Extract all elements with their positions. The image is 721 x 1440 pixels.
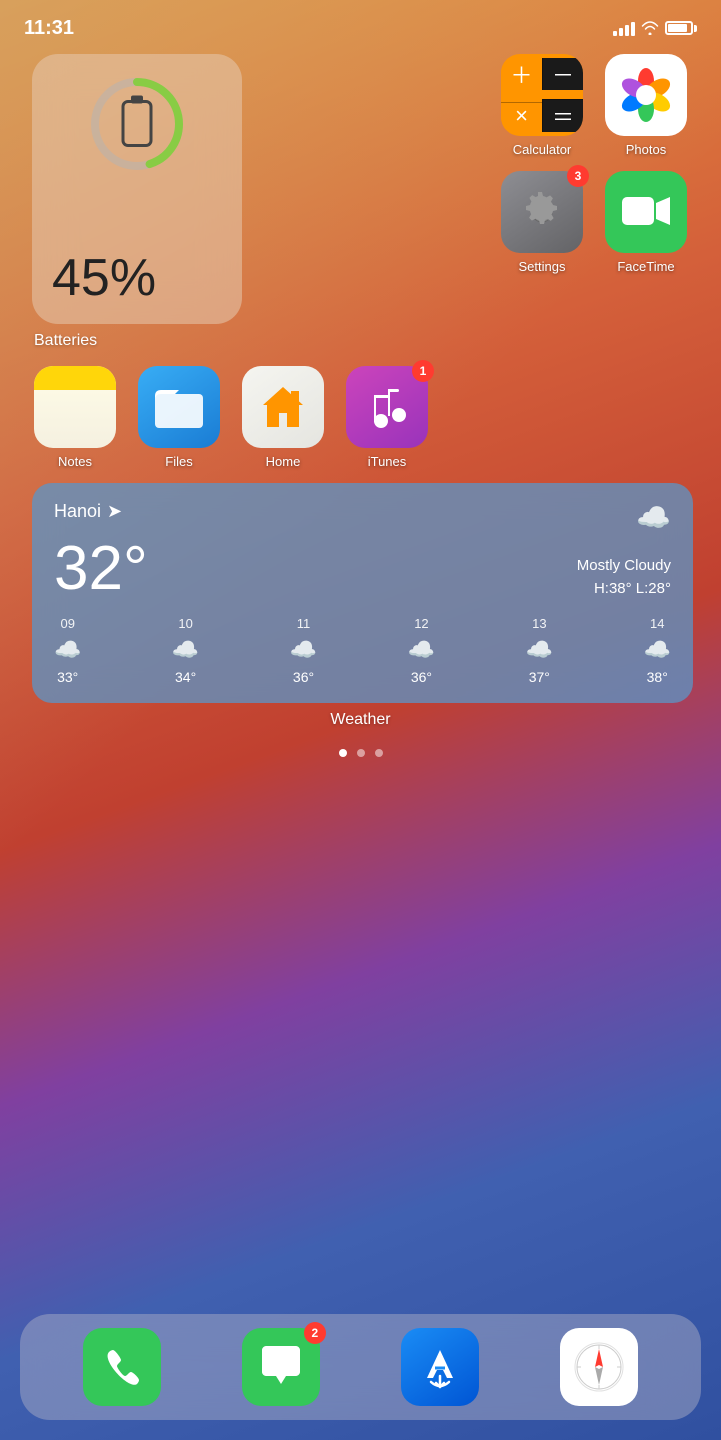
dock-app-messages[interactable]: 2 bbox=[241, 1328, 321, 1406]
page-dot-2[interactable] bbox=[357, 749, 365, 757]
page-dot-1[interactable] bbox=[339, 749, 347, 757]
weather-temperature: 32° bbox=[54, 538, 148, 600]
battery-percentage: 45% bbox=[52, 252, 156, 304]
weather-widget-label: Weather bbox=[30, 711, 691, 729]
calculator-label: Calculator bbox=[513, 142, 572, 157]
files-icon bbox=[138, 366, 220, 448]
signal-bar-1 bbox=[613, 31, 617, 36]
settings-badge: 3 bbox=[567, 165, 589, 187]
forecast-item: 10 ☁️ 34° bbox=[172, 616, 199, 685]
forecast-item: 14 ☁️ 38° bbox=[644, 616, 671, 685]
notes-icon bbox=[34, 366, 116, 448]
status-time: 11:31 bbox=[24, 17, 74, 40]
messages-badge: 2 bbox=[304, 1322, 326, 1344]
files-label: Files bbox=[165, 454, 192, 469]
phone-icon bbox=[83, 1328, 161, 1406]
dock-app-phone[interactable] bbox=[82, 1328, 162, 1406]
battery-widget[interactable]: 45% bbox=[32, 54, 242, 324]
calculator-icon: ＋ － × ＝ bbox=[501, 54, 583, 136]
page-dots bbox=[30, 749, 691, 757]
app-notes[interactable]: Notes bbox=[32, 366, 118, 469]
second-app-row: Notes Files bbox=[30, 366, 691, 469]
forecast-item: 13 ☁️ 37° bbox=[526, 616, 553, 685]
facetime-icon bbox=[605, 171, 687, 253]
itunes-icon: 1 bbox=[346, 366, 428, 448]
forecast-item: 12 ☁️ 36° bbox=[408, 616, 435, 685]
dock: 2 bbox=[20, 1314, 701, 1420]
signal-bars-icon bbox=[613, 20, 635, 36]
phone-battery-icon bbox=[121, 96, 153, 153]
app-files[interactable]: Files bbox=[136, 366, 222, 469]
itunes-label: iTunes bbox=[368, 454, 407, 469]
battery-widget-icon bbox=[87, 74, 187, 174]
app-itunes[interactable]: 1 iTunes bbox=[344, 366, 430, 469]
app-calculator[interactable]: ＋ － × ＝ Calculator bbox=[499, 54, 585, 157]
appstore-icon bbox=[401, 1328, 479, 1406]
settings-label: Settings bbox=[519, 259, 566, 274]
settings-icon: 3 bbox=[501, 171, 583, 253]
right-apps-column: ＋ － × ＝ Calculator bbox=[260, 54, 689, 324]
signal-bar-3 bbox=[625, 25, 629, 36]
dock-app-safari[interactable] bbox=[559, 1328, 639, 1406]
notes-label: Notes bbox=[58, 454, 92, 469]
page-dot-3[interactable] bbox=[375, 749, 383, 757]
messages-icon: 2 bbox=[242, 1328, 320, 1406]
signal-bar-4 bbox=[631, 22, 635, 36]
safari-icon bbox=[560, 1328, 638, 1406]
status-bar: 11:31 bbox=[0, 0, 721, 44]
weather-city: Hanoi ➤ bbox=[54, 501, 122, 522]
app-facetime[interactable]: FaceTime bbox=[603, 171, 689, 274]
forecast-item: 11 ☁️ 36° bbox=[290, 616, 317, 685]
app-home[interactable]: Home bbox=[240, 366, 326, 469]
signal-bar-2 bbox=[619, 28, 623, 36]
forecast-item: 09 ☁️ 33° bbox=[54, 616, 81, 685]
home-icon bbox=[242, 366, 324, 448]
status-icons bbox=[613, 20, 697, 36]
location-arrow-icon: ➤ bbox=[107, 501, 122, 522]
facetime-label: FaceTime bbox=[617, 259, 674, 274]
photos-label: Photos bbox=[626, 142, 666, 157]
dock-app-appstore[interactable] bbox=[400, 1328, 480, 1406]
itunes-badge: 1 bbox=[412, 360, 434, 382]
home-label: Home bbox=[266, 454, 301, 469]
app-settings[interactable]: 3 Settings bbox=[499, 171, 585, 274]
app-photos[interactable]: Photos bbox=[603, 54, 689, 157]
weather-cloud-icon: ☁️ bbox=[636, 501, 671, 534]
wifi-icon bbox=[641, 21, 659, 35]
battery-icon bbox=[665, 21, 697, 35]
batteries-widget-label: Batteries bbox=[34, 332, 97, 349]
photos-icon bbox=[605, 54, 687, 136]
weather-description: Mostly Cloudy H:38° L:28° bbox=[577, 555, 671, 600]
weather-widget[interactable]: Hanoi ➤ ☁️ 32° Mostly Cloudy H:38° L:28°… bbox=[32, 483, 693, 703]
weather-forecast: 09 ☁️ 33° 10 ☁️ 34° 11 ☁️ 36° 12 ☁️ 36° … bbox=[54, 616, 671, 685]
